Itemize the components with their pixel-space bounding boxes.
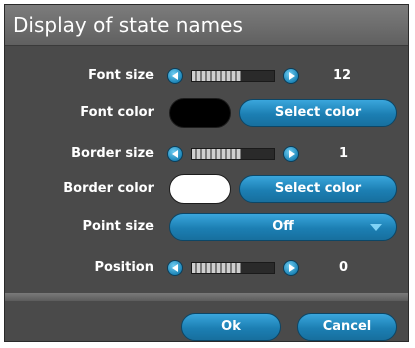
border-size-label: Border size: [71, 146, 154, 161]
position-slider-fill: [241, 263, 274, 273]
border-color-select-button[interactable]: Select color: [239, 175, 397, 203]
border-size-increase-icon[interactable]: [283, 146, 299, 162]
font-size-decrease-icon[interactable]: [167, 68, 183, 84]
point-size-row: Point size Off: [5, 212, 408, 242]
cancel-button[interactable]: Cancel: [297, 313, 397, 341]
border-size-row: Border size 1: [5, 139, 408, 169]
border-size-value: 1: [339, 146, 349, 161]
position-decrease-icon[interactable]: [167, 260, 183, 276]
ok-button[interactable]: Ok: [181, 313, 281, 341]
dialog-title: Display of state names: [13, 13, 243, 37]
dialog-titlebar: Display of state names: [5, 5, 408, 46]
position-value: 0: [339, 260, 349, 275]
font-size-value: 12: [333, 68, 352, 83]
position-slider[interactable]: [191, 262, 275, 274]
point-size-label: Point size: [82, 219, 155, 234]
point-size-value: Off: [272, 219, 294, 234]
border-size-decrease-icon[interactable]: [167, 146, 183, 162]
position-increase-icon[interactable]: [283, 260, 299, 276]
font-color-row: Font color Select color: [5, 98, 408, 128]
font-color-select-button[interactable]: Select color: [239, 99, 397, 127]
position-label: Position: [94, 260, 154, 275]
font-size-label: Font size: [88, 68, 154, 83]
point-size-select[interactable]: Off: [169, 213, 397, 241]
font-color-label: Font color: [80, 105, 154, 120]
footer-divider: [5, 293, 408, 301]
border-size-slider-fill: [241, 149, 274, 159]
border-color-row: Border color Select color: [5, 174, 408, 204]
border-size-slider[interactable]: [191, 148, 275, 160]
position-row: Position 0: [5, 253, 408, 283]
border-color-label: Border color: [63, 181, 154, 196]
font-size-row: Font size 12: [5, 61, 408, 91]
font-color-swatch: [169, 98, 231, 128]
font-size-slider-fill: [241, 71, 274, 81]
display-state-names-dialog: Display of state names Font size 12 Font…: [4, 4, 409, 342]
chevron-down-icon: [370, 224, 382, 231]
font-size-slider[interactable]: [191, 70, 275, 82]
border-color-swatch: [169, 174, 231, 204]
font-size-increase-icon[interactable]: [283, 68, 299, 84]
